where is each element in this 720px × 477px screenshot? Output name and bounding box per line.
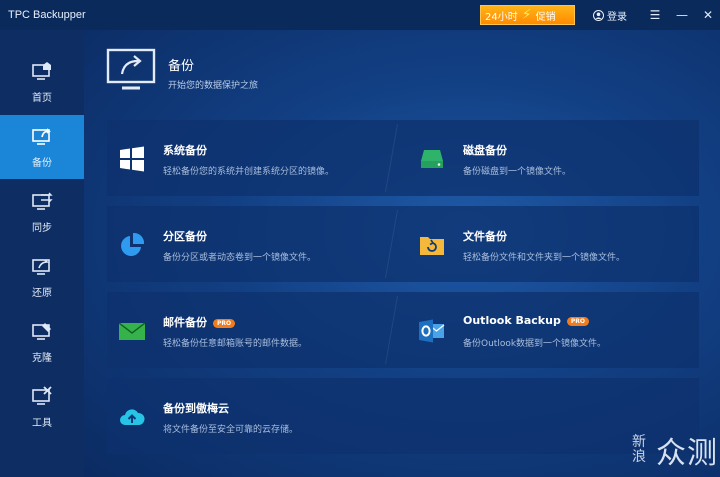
sidebar-item-label: 还原 [32, 287, 52, 299]
clone-icon [32, 322, 51, 340]
promo-left-text: 24小时 [485, 11, 518, 23]
option-desc: 轻松备份文件和文件夹到一个镜像文件。 [463, 253, 626, 263]
option-desc: 备份Outlook数据到一个镜像文件。 [463, 339, 607, 349]
option-cloud-backup[interactable]: 备份到傲梅云 将文件备份至安全可靠的云存储。 [107, 378, 699, 454]
option-title: 邮件备份 PRO [163, 314, 236, 330]
pro-badge: PRO [213, 318, 236, 328]
user-icon [593, 10, 604, 21]
windows-icon [120, 146, 144, 172]
restore-icon [32, 258, 50, 275]
disk-icon [421, 150, 443, 168]
option-row: 邮件备份 PRO 轻松备份任意邮箱账号的邮件数据。 Outlook Backup P… [107, 292, 699, 368]
option-desc: 将文件备份至安全可靠的云存储。 [163, 425, 299, 435]
sidebar: 首页 备份 同步 还原 克隆 工具 [0, 30, 84, 477]
promo-banner[interactable]: 24小时 ⚡ 促销 [480, 5, 575, 25]
option-title-text: Outlook Backup [463, 314, 561, 327]
cloud-upload-icon [120, 409, 145, 425]
page-subtitle: 开始您的数据保护之旅 [168, 81, 259, 91]
promo-right-text: 促销 [535, 11, 556, 23]
sidebar-item-label: 克隆 [32, 352, 52, 364]
pie-chart-icon [121, 232, 145, 256]
sync-icon [32, 192, 53, 210]
sidebar-item-label: 备份 [32, 157, 52, 169]
sidebar-item-label: 工具 [32, 417, 52, 429]
option-title: 分区备份 [163, 230, 207, 243]
title-bar: TPC Backupper 24小时 ⚡ 促销 登录 ☰ — ✕ [0, 0, 720, 30]
sidebar-item-clone[interactable]: 克隆 [0, 310, 84, 374]
tools-icon [32, 385, 52, 405]
watermark: 新浪 众测 [632, 428, 718, 472]
watermark-big-text: 众测 [656, 436, 718, 471]
option-title: 磁盘备份 [463, 144, 507, 157]
outlook-icon [419, 319, 445, 343]
sidebar-item-label: 同步 [32, 222, 52, 234]
option-file-backup[interactable]: 文件备份 轻松备份文件和文件夹到一个镜像文件。 [407, 206, 699, 282]
option-desc: 轻松备份您的系统并创建系统分区的镜像。 [163, 167, 335, 177]
sidebar-item-restore[interactable]: 还原 [0, 245, 84, 309]
menu-icon[interactable]: ☰ [647, 7, 663, 23]
option-row: 系统备份 轻松备份您的系统并创建系统分区的镜像。 磁盘备份 备份磁盘到一个镜像文… [107, 120, 699, 196]
option-title: 系统备份 [163, 144, 207, 157]
option-title: 备份到傲梅云 [163, 402, 229, 415]
option-disk-backup[interactable]: 磁盘备份 备份磁盘到一个镜像文件。 [407, 120, 699, 196]
sidebar-item-label: 首页 [32, 92, 52, 104]
home-icon [32, 61, 51, 80]
sidebar-item-backup[interactable]: 备份 [0, 115, 84, 179]
option-system-backup[interactable]: 系统备份 轻松备份您的系统并创建系统分区的镜像。 [107, 120, 397, 196]
mail-icon [119, 322, 145, 340]
watermark-small-text: 新浪 [632, 434, 646, 465]
pro-badge: PRO [566, 316, 589, 326]
option-title: Outlook Backup PRO [463, 314, 589, 327]
page-title: 备份 [168, 59, 195, 74]
close-icon[interactable]: ✕ [700, 7, 716, 23]
app-title: TPC Backupper [8, 9, 86, 21]
option-desc: 备份分区或者动态卷到一个镜像文件。 [163, 253, 317, 263]
login-button[interactable]: 登录 [593, 8, 627, 23]
option-desc: 轻松备份任意邮箱账号的邮件数据。 [163, 339, 308, 349]
option-title: 文件备份 [463, 230, 507, 243]
backup-icon [32, 127, 51, 145]
sidebar-item-sync[interactable]: 同步 [0, 180, 84, 244]
option-row: 备份到傲梅云 将文件备份至安全可靠的云存储。 [107, 378, 699, 454]
option-title-text: 邮件备份 [163, 316, 207, 329]
option-partition-backup[interactable]: 分区备份 备份分区或者动态卷到一个镜像文件。 [107, 206, 397, 282]
option-mail-backup[interactable]: 邮件备份 PRO 轻松备份任意邮箱账号的邮件数据。 [107, 292, 397, 368]
folder-icon [420, 237, 444, 255]
minimize-icon[interactable]: — [674, 7, 690, 23]
sidebar-item-tools[interactable]: 工具 [0, 375, 84, 439]
option-row: 分区备份 备份分区或者动态卷到一个镜像文件。 文件备份 轻松备份文件和文件夹到一… [107, 206, 699, 282]
backup-header-icon [106, 48, 156, 90]
option-desc: 备份磁盘到一个镜像文件。 [463, 167, 572, 177]
option-outlook-backup[interactable]: Outlook Backup PRO 备份Outlook数据到一个镜像文件。 [407, 292, 699, 368]
login-label: 登录 [607, 12, 627, 23]
sidebar-item-home[interactable]: 首页 [0, 50, 84, 114]
lightning-icon: ⚡ [521, 7, 532, 23]
